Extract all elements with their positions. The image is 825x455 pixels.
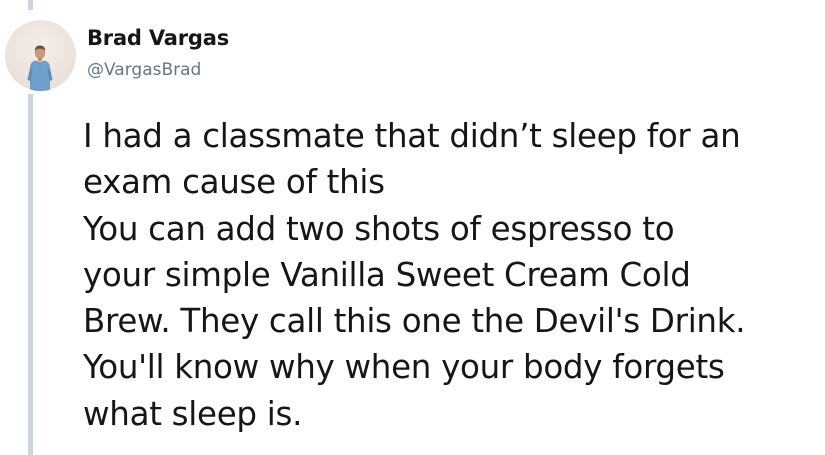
author-handle[interactable]: @VargasBrad [87, 60, 201, 80]
tweet-text-line: your simple Vanilla Sweet Cream Cold [83, 255, 691, 294]
tweet-text-line: exam cause of this [83, 163, 385, 202]
tweet-card: Brad Vargas @VargasBrad I had a classmat… [0, 0, 825, 455]
person-avatar-icon [27, 45, 53, 91]
tweet-text-line: You can add two shots of espresso to [83, 209, 675, 248]
thread-connector-top [28, 0, 33, 10]
thread-connector-line [28, 94, 33, 455]
tweet-text-line: Brew. They call this one the Devil's Dri… [83, 302, 746, 341]
tweet-text: I had a classmate that didn’t sleep for … [83, 113, 823, 437]
tweet-text-line: what sleep is. [83, 394, 303, 433]
tweet-text-line: You'll know why when your body forgets [83, 348, 725, 387]
author-display-name[interactable]: Brad Vargas [87, 26, 229, 50]
avatar[interactable] [5, 20, 76, 91]
tweet-text-line: I had a classmate that didn’t sleep for … [83, 117, 741, 155]
